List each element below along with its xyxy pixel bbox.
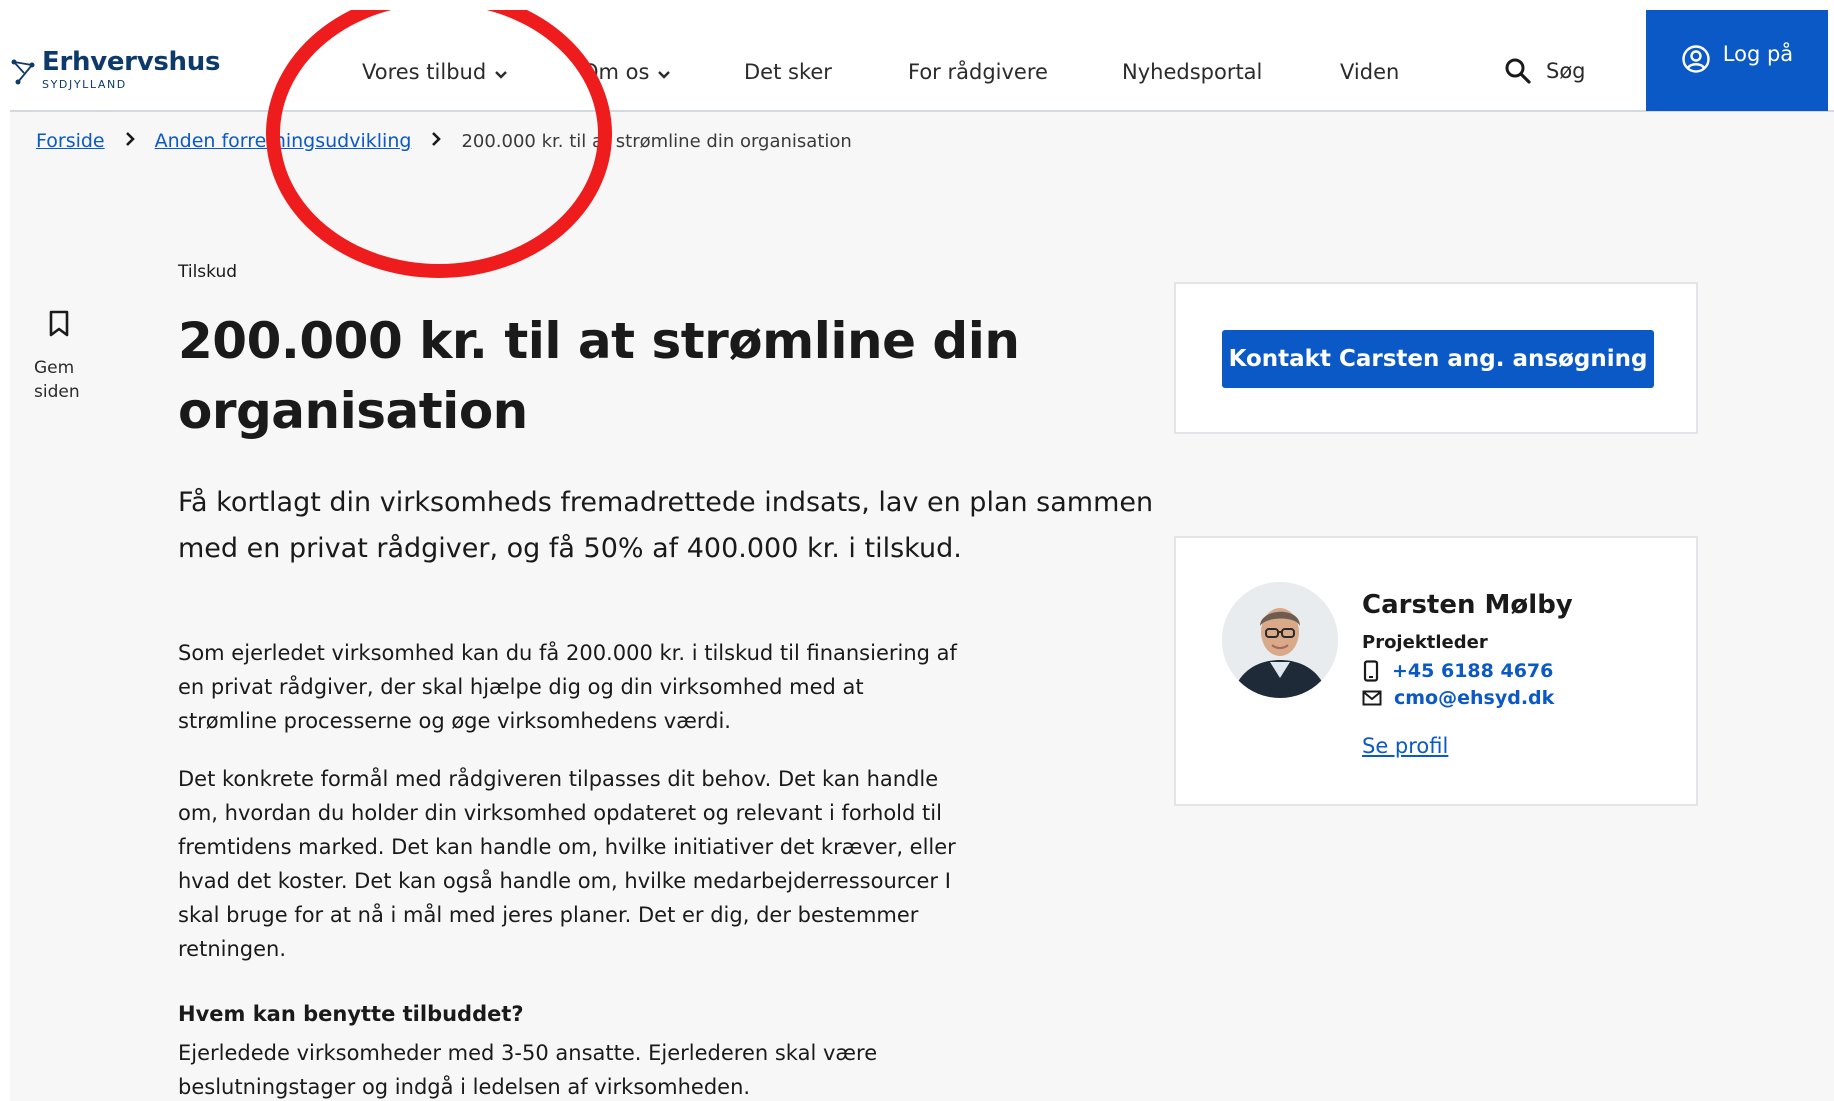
page: Erhvervshus SYDJYLLAND Vores tilbud Om o…	[10, 10, 1834, 1101]
nav-det-sker[interactable]: Det sker	[744, 60, 832, 84]
contact-phone: +45 6188 4676	[1392, 660, 1554, 682]
cta-card: Kontakt Carsten ang. ansøgning	[1174, 282, 1698, 434]
breadcrumb: Forside Anden forretningsudvikling 200.0…	[36, 130, 852, 152]
save-page-label: Gem siden	[34, 358, 80, 402]
bookmark-icon	[49, 310, 69, 337]
contact-email: cmo@ehsyd.dk	[1394, 687, 1555, 709]
article-category: Tilskud	[178, 262, 238, 282]
nav-for-raadgivere[interactable]: For rådgivere	[908, 60, 1048, 84]
nav-nyhedsportal[interactable]: Nyhedsportal	[1122, 60, 1262, 84]
phone-icon	[1363, 660, 1379, 682]
logo-tagline: SYDJYLLAND	[42, 78, 127, 91]
nav-label: Om os	[582, 60, 650, 84]
chevron-down-icon	[657, 61, 671, 85]
breadcrumb-link-forside[interactable]: Forside	[36, 130, 105, 152]
login-button[interactable]: Log på	[1646, 10, 1828, 111]
see-profile-link[interactable]: Se profil	[1362, 734, 1448, 758]
chevron-right-icon	[125, 130, 135, 152]
who-heading: Hvem kan benytte tilbuddet?	[178, 1002, 524, 1026]
logo-name: Erhvervshus	[42, 47, 221, 77]
logo-mark-icon	[11, 59, 35, 85]
site-header: Erhvervshus SYDJYLLAND Vores tilbud Om o…	[10, 10, 1834, 112]
nav-om-os[interactable]: Om os	[582, 60, 671, 85]
contact-card: Carsten Mølby Projektleder +45 6188 4676…	[1174, 536, 1698, 806]
breadcrumb-link-forretningsudvikling[interactable]: Anden forretningsudvikling	[155, 130, 412, 152]
nav-viden[interactable]: Viden	[1340, 60, 1399, 84]
article-paragraph: Som ejerledet virksomhed kan du få 200.0…	[178, 641, 957, 733]
contact-cta-button[interactable]: Kontakt Carsten ang. ansøgning	[1222, 330, 1654, 388]
search-button[interactable]: Søg	[1504, 57, 1586, 85]
contact-phone-link[interactable]: +45 6188 4676	[1362, 660, 1553, 682]
contact-name: Carsten Mølby	[1362, 590, 1573, 620]
avatar	[1222, 582, 1338, 698]
nav-label: Vores tilbud	[362, 60, 487, 84]
login-label: Log på	[1722, 42, 1794, 66]
user-circle-icon	[1682, 45, 1710, 73]
breadcrumb-current: 200.000 kr. til at strømline din organis…	[461, 130, 852, 152]
save-page-button[interactable]: Gem siden	[34, 310, 94, 404]
page-title: 200.000 kr. til at strømline din organis…	[178, 312, 1020, 440]
contact-role: Projektleder	[1362, 632, 1488, 653]
chevron-down-icon	[494, 61, 508, 85]
contact-email-link[interactable]: cmo@ehsyd.dk	[1362, 687, 1554, 709]
mail-icon	[1362, 690, 1382, 706]
chevron-right-icon	[431, 130, 442, 152]
search-label: Søg	[1546, 59, 1586, 83]
nav-vores-tilbud[interactable]: Vores tilbud	[362, 60, 508, 85]
article-paragraph: Det konkrete formål med rådgiveren tilpa…	[178, 767, 956, 961]
site-logo[interactable]: Erhvervshus SYDJYLLAND	[10, 48, 220, 92]
who-text: Ejerledede virksomheder med 3-50 ansatte…	[178, 1041, 878, 1099]
search-icon	[1505, 58, 1531, 84]
article-lead: Få kortlagt din virksomheds fremadretted…	[178, 487, 1154, 564]
